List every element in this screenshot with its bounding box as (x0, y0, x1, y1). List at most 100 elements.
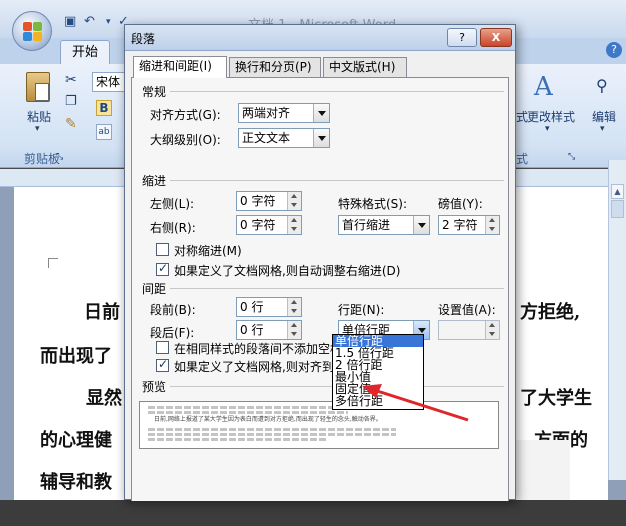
spinner-arrows-icon[interactable] (485, 321, 499, 339)
spacing-after-value: 0 行 (240, 323, 264, 337)
styles-group-label: 式 (516, 152, 529, 166)
doc-line-1-left: 日前 (84, 302, 120, 323)
vertical-scrollbar[interactable]: ▲ (608, 160, 626, 480)
margin-corner-mark (48, 258, 58, 268)
indent-right-spinner[interactable]: 0 字符 (236, 215, 302, 235)
indent-right-label: 右侧(R): (150, 221, 196, 235)
spinner-arrows-icon[interactable] (287, 321, 301, 339)
preview-next-paragraph (148, 438, 328, 441)
option-double[interactable]: 2 倍行距 (333, 359, 423, 371)
spinner-arrows-icon[interactable] (287, 298, 301, 316)
auto-adjust-indent-checkbox[interactable] (156, 261, 169, 276)
alignment-select[interactable]: 两端对齐 (238, 103, 330, 123)
edit-label[interactable]: 编辑 (592, 108, 616, 125)
binoculars-icon[interactable]: ⚲ (596, 76, 608, 95)
special-indent-value: 首行缩进 (342, 218, 391, 232)
copy-icon[interactable]: ❐ (65, 94, 77, 109)
mirror-indents-label[interactable]: 对称缩进(M) (174, 242, 242, 259)
preview-sample-text: 日前,网络上报道了某大学生因为表白而遭到对方拒绝,而出现了轻生的念头,触动各界。 (154, 416, 382, 423)
indent-divider (170, 180, 504, 181)
spacing-after-label: 段后(F): (150, 326, 195, 340)
no-space-same-style-checkbox[interactable] (156, 341, 169, 354)
option-1-5-lines[interactable]: 1.5 倍行距 (333, 347, 423, 359)
doc-line-3-right: 了大学生 (520, 388, 592, 409)
change-styles-dropdown-icon[interactable]: ▾ (545, 124, 550, 134)
dialog-help-button[interactable]: ? (447, 28, 477, 47)
tab-line-page-breaks[interactable]: 换行和分页(P) (229, 57, 321, 77)
spinner-arrows-icon[interactable] (287, 192, 301, 210)
spinner-arrows-icon[interactable] (287, 216, 301, 234)
scroll-thumb[interactable] (611, 200, 624, 218)
spacing-at-spinner[interactable] (438, 320, 500, 340)
annotation-arrow-head (362, 384, 382, 398)
general-heading: 常规 (142, 85, 167, 99)
chevron-down-icon[interactable] (313, 104, 329, 122)
spacing-heading: 间距 (142, 282, 167, 296)
help-icon[interactable]: ? (606, 42, 622, 58)
mirror-indents-checkbox[interactable] (156, 243, 169, 256)
styles-launcher-icon[interactable]: ⤡ (568, 152, 575, 162)
spacing-before-spinner[interactable]: 0 行 (236, 297, 302, 317)
edit-dropdown-icon[interactable]: ▾ (600, 124, 605, 134)
scroll-up-icon[interactable]: ▲ (611, 184, 624, 199)
auto-adjust-indent-label[interactable]: 如果定义了文档网格,则自动调整右缩进(D) (174, 262, 400, 279)
annotation-arrow-icon (362, 384, 469, 422)
chevron-down-icon[interactable] (413, 216, 429, 234)
change-styles-label[interactable]: 更改样式 (527, 108, 575, 125)
doc-line-4-left: 的心理健 (40, 430, 112, 451)
option-single[interactable]: 单倍行距 (333, 335, 423, 347)
tab-indents-spacing[interactable]: 缩进和间距(I) (133, 56, 227, 78)
doc-line-2-left: 而出现了 (40, 346, 112, 367)
clipboard-group-label: 剪贴板 (24, 152, 61, 166)
indent-left-spinner[interactable]: 0 字符 (236, 191, 302, 211)
format-painter-icon[interactable]: ✎ (65, 116, 77, 132)
clipboard-launcher-icon[interactable]: ⤡ (56, 152, 63, 162)
text-highlight-icon[interactable]: ab (96, 124, 112, 140)
preview-next-paragraph (148, 433, 396, 436)
office-button[interactable] (12, 11, 52, 51)
line-spacing-label: 行距(N): (338, 303, 385, 317)
outline-level-value: 正文文本 (242, 131, 291, 145)
outline-level-label: 大纲级别(O): (150, 133, 221, 147)
indent-heading: 缩进 (142, 174, 167, 188)
general-divider (170, 91, 504, 92)
cut-icon[interactable]: ✂ (65, 72, 77, 88)
preview-heading: 预览 (142, 380, 167, 394)
dialog-titlebar[interactable]: 段落 ? X (125, 25, 515, 51)
font-name-box[interactable]: 宋体 (92, 72, 126, 92)
annotation-arrow-shaft (373, 388, 469, 422)
dialog-close-button[interactable]: X (480, 28, 512, 47)
snap-to-grid-checkbox[interactable] (156, 357, 169, 372)
dialog-title: 段落 (131, 32, 156, 46)
paragraph-dialog: 段落 ? X 缩进和间距(I) 换行和分页(P) 中文版式(H) 常规 对齐方式… (124, 24, 516, 501)
spacing-before-value: 0 行 (240, 300, 264, 314)
snap-to-grid-label[interactable]: 如果定义了文档网格,则对齐到 (174, 358, 334, 375)
alignment-value: 两端对齐 (242, 106, 291, 120)
indent-by-spinner[interactable]: 2 字符 (438, 215, 500, 235)
indent-by-value: 2 字符 (442, 218, 478, 232)
bold-button[interactable]: B (96, 100, 112, 116)
bottom-strip (0, 500, 626, 526)
spinner-arrows-icon[interactable] (485, 216, 499, 234)
save-icon[interactable]: ▣ (64, 14, 76, 29)
tab-asian-typography[interactable]: 中文版式(H) (323, 57, 407, 77)
alignment-label: 对齐方式(G): (150, 108, 221, 122)
undo-icon[interactable]: ↶ (84, 14, 95, 29)
paste-dropdown-icon[interactable]: ▾ (35, 124, 40, 134)
styles-icon[interactable]: A (534, 72, 553, 102)
paste-icon[interactable] (26, 72, 50, 102)
spacing-at-label: 设置值(A): (438, 303, 496, 317)
special-indent-label: 特殊格式(S): (338, 197, 408, 211)
no-space-same-style-label[interactable]: 在相同样式的段落间不添加空格 (174, 340, 342, 357)
doc-line-1-right: 方拒绝, (520, 302, 581, 323)
paste-label[interactable]: 粘贴 (27, 108, 51, 125)
spacing-divider (170, 288, 504, 289)
undo-dropdown-icon[interactable]: ▾ (106, 17, 111, 27)
spacing-after-spinner[interactable]: 0 行 (236, 320, 302, 340)
doc-line-5-left: 辅导和教 (40, 472, 112, 493)
tab-home[interactable]: 开始 (60, 40, 110, 65)
outline-level-select[interactable]: 正文文本 (238, 128, 330, 148)
special-indent-select[interactable]: 首行缩进 (338, 215, 430, 235)
indent-right-value: 0 字符 (240, 218, 276, 232)
chevron-down-icon[interactable] (313, 129, 329, 147)
